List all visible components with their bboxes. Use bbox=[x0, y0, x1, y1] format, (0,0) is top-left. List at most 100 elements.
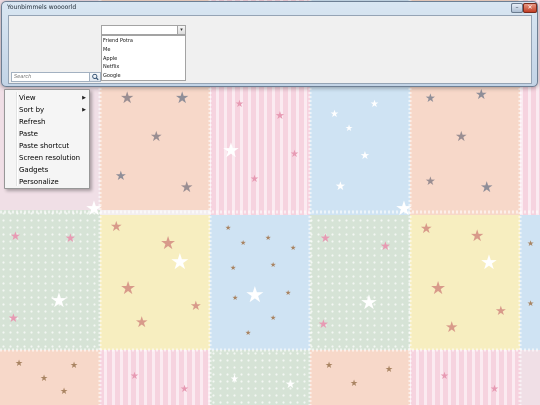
star-icon: ★ bbox=[380, 239, 391, 253]
menu-item-view[interactable]: View ▶ bbox=[7, 92, 87, 104]
star-icon: ★ bbox=[290, 244, 297, 252]
star-icon: ★ bbox=[445, 318, 459, 336]
menu-item-label: Paste bbox=[19, 130, 38, 138]
star-icon: ★ bbox=[245, 283, 265, 308]
star-icon: ★ bbox=[425, 91, 436, 105]
menu-item-label: Screen resolution bbox=[19, 154, 81, 162]
star-icon: ★ bbox=[130, 371, 139, 382]
star-icon: ★ bbox=[190, 299, 202, 314]
menu-item-paste[interactable]: Paste bbox=[7, 128, 87, 140]
star-icon: ★ bbox=[120, 278, 137, 299]
star-icon: ★ bbox=[240, 239, 247, 247]
star-icon: ★ bbox=[275, 109, 285, 122]
menu-item-sort-by[interactable]: Sort by ▶ bbox=[7, 104, 87, 116]
star-icon: ★ bbox=[265, 234, 272, 242]
star-icon: ★ bbox=[318, 317, 329, 331]
star-icon: ★ bbox=[120, 88, 135, 107]
star-icon: ★ bbox=[350, 379, 359, 389]
star-icon: ★ bbox=[420, 221, 433, 237]
close-button[interactable]: ✕ bbox=[523, 3, 537, 13]
menu-item-label: Sort by bbox=[19, 106, 45, 114]
menu-item-label: Paste shortcut bbox=[19, 142, 70, 150]
star-icon: ★ bbox=[8, 311, 19, 325]
window-title: Younbimmels woooorld bbox=[7, 4, 77, 11]
star-icon: ★ bbox=[180, 384, 189, 395]
menu-item-screen-resolution[interactable]: Screen resolution bbox=[7, 152, 87, 164]
star-icon: ★ bbox=[430, 278, 447, 299]
list-item-netflix[interactable]: Netflix bbox=[102, 63, 185, 72]
star-icon: ★ bbox=[170, 250, 190, 275]
menu-item-label: Personalize bbox=[19, 178, 59, 186]
star-icon: ★ bbox=[245, 329, 252, 337]
star-icon: ★ bbox=[222, 138, 240, 162]
star-icon: ★ bbox=[40, 374, 49, 384]
star-icon: ★ bbox=[285, 289, 292, 297]
star-icon: ★ bbox=[235, 99, 244, 110]
star-icon: ★ bbox=[50, 288, 68, 312]
site-combobox[interactable]: ▾ bbox=[101, 25, 186, 35]
minimize-button[interactable]: – bbox=[511, 3, 523, 13]
star-icon: ★ bbox=[370, 99, 379, 110]
star-icon: ★ bbox=[495, 304, 507, 319]
app-window[interactable]: Younbimmels woooorld – ✕ ▾ Friend Potra … bbox=[1, 1, 538, 87]
menu-item-refresh[interactable]: Refresh bbox=[7, 116, 87, 128]
star-icon: ★ bbox=[225, 224, 232, 232]
star-icon: ★ bbox=[385, 365, 394, 375]
star-icon: ★ bbox=[150, 129, 163, 145]
list-item-friend-potra[interactable]: Friend Potra bbox=[102, 37, 185, 46]
star-icon: ★ bbox=[250, 174, 259, 185]
star-icon: ★ bbox=[230, 374, 239, 385]
list-item-apple[interactable]: Apple bbox=[102, 55, 185, 64]
submenu-arrow-icon: ▶ bbox=[82, 107, 86, 113]
search-icon bbox=[92, 73, 99, 81]
star-icon: ★ bbox=[135, 313, 149, 331]
menu-item-gadgets[interactable]: Gadgets bbox=[7, 164, 87, 176]
star-icon: ★ bbox=[230, 264, 237, 272]
list-item-me[interactable]: Me bbox=[102, 46, 185, 55]
search-input[interactable] bbox=[12, 73, 89, 81]
star-icon: ★ bbox=[85, 196, 103, 220]
star-icon: ★ bbox=[440, 371, 449, 382]
star-icon: ★ bbox=[395, 196, 413, 220]
star-icon: ★ bbox=[180, 178, 194, 196]
menu-item-paste-shortcut[interactable]: Paste shortcut bbox=[7, 140, 87, 152]
window-client-area: ▾ Friend Potra Me Apple Netflix Google bbox=[8, 15, 532, 84]
star-icon: ★ bbox=[290, 149, 299, 160]
star-icon: ★ bbox=[360, 290, 378, 314]
star-icon: ★ bbox=[60, 387, 69, 397]
submenu-arrow-icon: ▶ bbox=[82, 95, 86, 101]
star-icon: ★ bbox=[425, 174, 436, 188]
star-icon: ★ bbox=[175, 88, 190, 107]
star-icon: ★ bbox=[10, 229, 21, 243]
star-icon: ★ bbox=[475, 87, 488, 103]
star-icon: ★ bbox=[232, 294, 239, 302]
menu-item-label: Refresh bbox=[19, 118, 46, 126]
star-icon: ★ bbox=[65, 231, 76, 245]
star-icon: ★ bbox=[70, 361, 79, 371]
star-icon: ★ bbox=[115, 169, 127, 184]
star-icon: ★ bbox=[15, 359, 24, 369]
star-icon: ★ bbox=[110, 219, 123, 235]
close-icon: ✕ bbox=[527, 4, 533, 11]
star-icon: ★ bbox=[470, 226, 485, 245]
star-icon: ★ bbox=[285, 377, 296, 391]
menu-item-personalize[interactable]: Personalize bbox=[7, 176, 87, 188]
dropdown-button[interactable]: ▾ bbox=[177, 26, 185, 34]
search-button[interactable] bbox=[89, 73, 100, 81]
star-icon: ★ bbox=[455, 129, 468, 145]
list-item-google[interactable]: Google bbox=[102, 72, 185, 81]
search-box bbox=[11, 72, 101, 82]
star-icon: ★ bbox=[325, 361, 334, 371]
chevron-down-icon: ▾ bbox=[180, 27, 183, 33]
minimize-icon: – bbox=[515, 4, 519, 11]
star-icon: ★ bbox=[330, 109, 339, 120]
star-icon: ★ bbox=[320, 231, 331, 245]
menu-item-label: View bbox=[19, 94, 36, 102]
star-icon: ★ bbox=[270, 314, 277, 322]
combobox-dropdown-list: Friend Potra Me Apple Netflix Google bbox=[101, 35, 186, 81]
desktop-context-menu: View ▶ Sort by ▶ Refresh Paste Paste sho… bbox=[4, 89, 90, 189]
star-icon: ★ bbox=[335, 179, 346, 193]
menu-item-label: Gadgets bbox=[19, 166, 49, 174]
star-icon: ★ bbox=[480, 178, 494, 196]
star-icon: ★ bbox=[490, 384, 499, 395]
